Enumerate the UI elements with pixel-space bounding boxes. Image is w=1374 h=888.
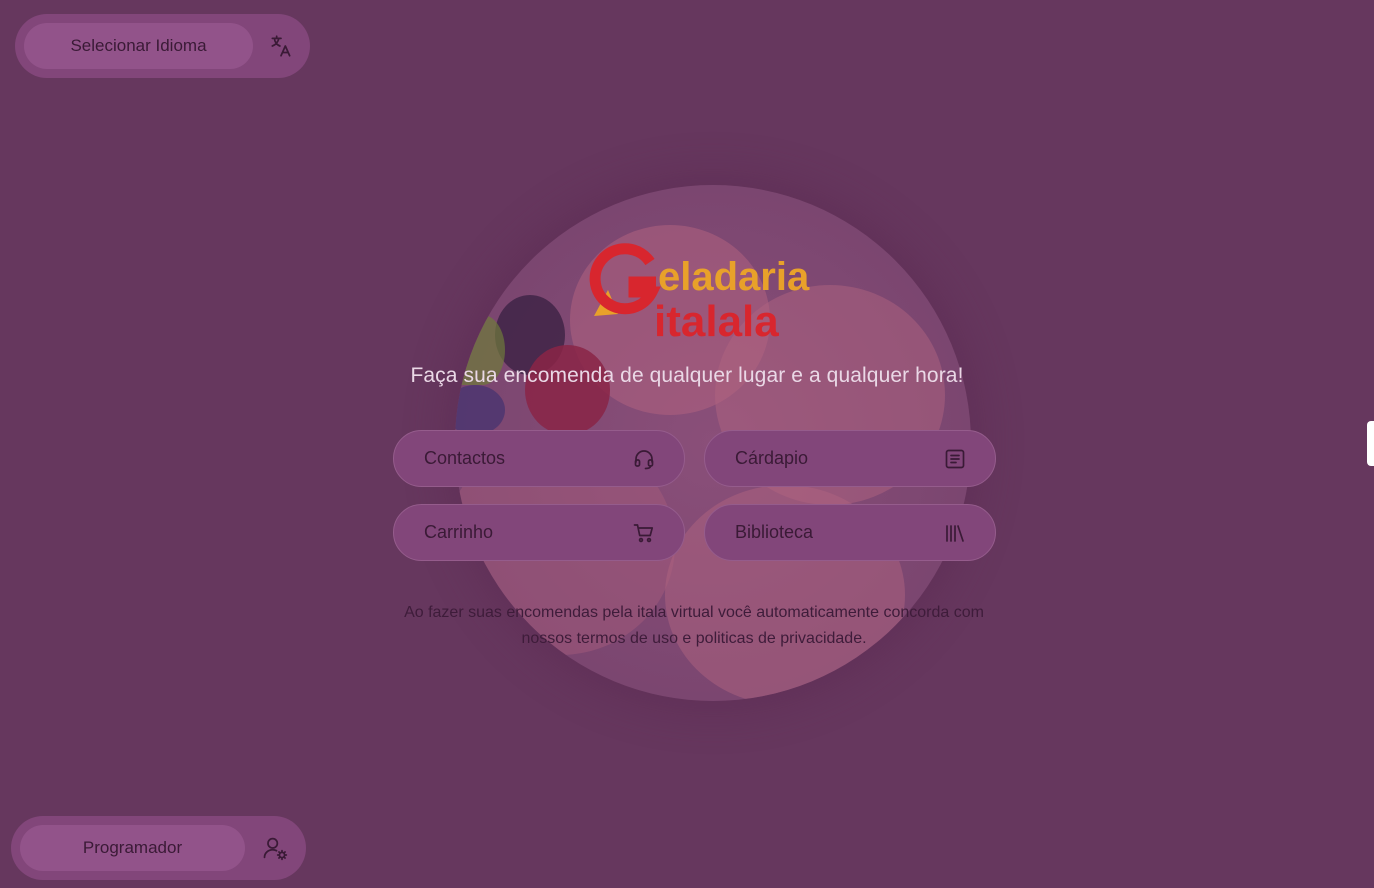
headset-icon (632, 447, 656, 471)
developer-button[interactable]: Programador (20, 825, 245, 871)
language-selector: Selecionar Idioma (15, 14, 310, 78)
cardapio-label: Cárdapio (735, 448, 809, 468)
language-select-button[interactable]: Selecionar Idioma (24, 23, 253, 69)
carrinho-button[interactable]: Carrinho (393, 504, 685, 561)
cardapio-button[interactable]: Cárdapio (704, 430, 996, 487)
biblioteca-label: Biblioteca (735, 522, 814, 542)
terms-line-1: Ao fazer suas encomendas pela itala virt… (404, 604, 984, 621)
library-icon (943, 521, 967, 545)
cart-icon (632, 521, 656, 545)
menu-list-icon (943, 447, 967, 471)
translate-icon[interactable] (255, 23, 307, 69)
geladaria-italala-logo: eladaria italala (578, 240, 818, 346)
logo-text-line2: italala (654, 297, 779, 344)
contactos-label: Contactos (424, 448, 506, 468)
side-panel-handle[interactable] (1367, 421, 1374, 466)
developer-panel: Programador (11, 816, 306, 880)
biblioteca-button[interactable]: Biblioteca (704, 504, 996, 561)
tagline: Faça sua encomenda de qualquer lugar e a… (410, 364, 964, 387)
terms-notice: Ao fazer suas encomendas pela itala virt… (370, 600, 1018, 652)
contactos-button[interactable]: Contactos (393, 430, 685, 487)
user-settings-icon[interactable] (249, 825, 301, 871)
terms-line-2: nossos termos de uso e politicas de priv… (521, 630, 867, 647)
carrinho-label: Carrinho (424, 522, 494, 542)
logo-text-line1: eladaria (658, 255, 810, 299)
